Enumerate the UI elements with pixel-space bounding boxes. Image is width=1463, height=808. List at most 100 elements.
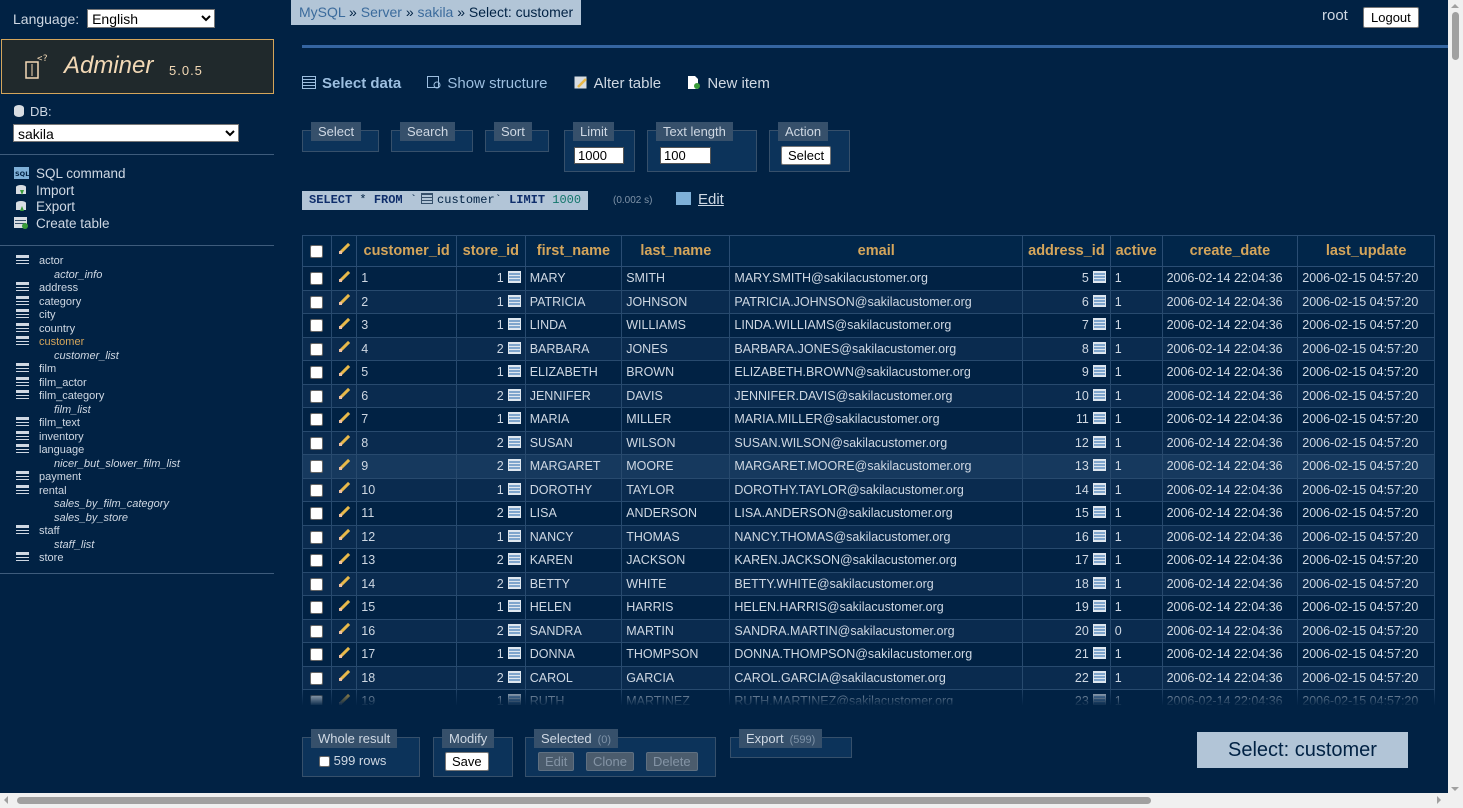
whole-result-option[interactable]: 599 rows [319, 753, 386, 768]
save-button[interactable]: Save [445, 752, 489, 771]
select-fieldset[interactable]: Select [302, 122, 379, 152]
sidebar-table-link[interactable]: film_category [39, 390, 104, 402]
cell-create-date[interactable]: 2006-02-14 22:04:36 [1161, 266, 1299, 291]
cell-address-id[interactable]: 12 [1022, 430, 1111, 455]
column-header-address-id[interactable]: address_id [1022, 235, 1111, 267]
table-row[interactable]: 17 1 DONNA THOMPSON DONNA.THOMPSON@sakilacus… [302, 642, 1435, 667]
horizontal-scrollbar[interactable] [0, 793, 1448, 808]
cell-customer-id[interactable]: 5 [356, 360, 457, 385]
select-data-link[interactable]: Select data [302, 75, 405, 92]
scroll-up-arrow-icon[interactable] [1451, 0, 1459, 8]
foreign-key-table-icon[interactable] [507, 529, 521, 542]
cell-last-update[interactable]: 2006-02-15 04:57:20 [1297, 266, 1435, 291]
cell-active[interactable]: 1 [1109, 595, 1163, 620]
foreign-key-table-icon[interactable] [1092, 623, 1106, 636]
cell-email[interactable]: MARY.SMITH@sakilacustomer.org [729, 266, 1024, 291]
table-row[interactable]: 15 1 HELEN HARRIS HELEN.HARRIS@sakilacustome… [302, 595, 1435, 620]
cell-first-name[interactable]: BARBARA [524, 336, 623, 361]
cell-email[interactable]: LISA.ANDERSON@sakilacustomer.org [729, 501, 1024, 526]
sort-legend[interactable]: Sort [494, 122, 532, 141]
cell-address-id[interactable]: 11 [1022, 407, 1111, 432]
cell-last-update[interactable]: 2006-02-15 04:57:20 [1297, 571, 1435, 596]
cell-create-date[interactable]: 2006-02-14 22:04:36 [1161, 548, 1299, 573]
cell-active[interactable]: 1 [1109, 642, 1163, 667]
cell-customer-id[interactable]: 4 [356, 336, 457, 361]
cell-address-id[interactable]: 5 [1022, 266, 1111, 291]
cell-last-update[interactable]: 2006-02-15 04:57:20 [1297, 595, 1435, 620]
row-checkbox[interactable] [310, 389, 324, 403]
cell-customer-id[interactable]: 6 [356, 383, 457, 408]
cell-create-date[interactable]: 2006-02-14 22:04:36 [1161, 407, 1299, 432]
foreign-key-table-icon[interactable] [507, 553, 521, 566]
row-checkbox[interactable] [310, 272, 324, 286]
foreign-key-table-icon[interactable] [507, 318, 521, 331]
delete-selected-button[interactable]: Delete [646, 752, 698, 771]
cell-customer-id[interactable]: 3 [356, 313, 457, 338]
column-header-active[interactable]: active [1109, 235, 1163, 267]
cell-last-update[interactable]: 2006-02-15 04:57:20 [1297, 454, 1435, 479]
row-checkbox[interactable] [310, 366, 324, 380]
cell-store-id[interactable]: 1 [455, 595, 526, 620]
import-link[interactable]: Import [14, 183, 126, 200]
cell-create-date[interactable]: 2006-02-14 22:04:36 [1161, 595, 1299, 620]
cell-store-id[interactable]: 2 [455, 430, 526, 455]
cell-address-id[interactable]: 18 [1022, 571, 1111, 596]
cell-active[interactable]: 1 [1109, 665, 1163, 690]
cell-customer-id[interactable]: 12 [356, 524, 457, 549]
cell-active[interactable]: 1 [1109, 430, 1163, 455]
sidebar-table-link[interactable]: language [39, 444, 84, 456]
cell-last-update[interactable]: 2006-02-15 04:57:20 [1297, 313, 1435, 338]
sidebar-view-item[interactable]: customer_list [16, 350, 180, 364]
sidebar-table-link[interactable]: sales_by_film_category [54, 498, 169, 510]
foreign-key-table-icon[interactable] [1092, 271, 1106, 284]
cell-first-name[interactable]: HELEN [524, 595, 623, 620]
foreign-key-table-icon[interactable] [1092, 318, 1106, 331]
cell-last-name[interactable]: MOORE [621, 454, 731, 479]
alter-table-link[interactable]: Alter table [574, 75, 666, 92]
cell-email[interactable]: KAREN.JACKSON@sakilacustomer.org [729, 548, 1024, 573]
table-icon[interactable] [16, 295, 29, 305]
logout-button[interactable]: Logout [1363, 7, 1419, 28]
cell-email[interactable]: JENNIFER.DAVIS@sakilacustomer.org [729, 383, 1024, 408]
cell-address-id[interactable]: 17 [1022, 548, 1111, 573]
table-row[interactable]: 4 2 BARBARA JONES BARBARA.JONES@sakilacustom… [302, 336, 1435, 361]
row-checkbox[interactable] [310, 342, 324, 356]
sidebar-view-item[interactable]: staff_list [16, 539, 180, 553]
foreign-key-table-icon[interactable] [507, 459, 521, 472]
cell-create-date[interactable]: 2006-02-14 22:04:36 [1161, 571, 1299, 596]
cell-active[interactable]: 1 [1109, 548, 1163, 573]
cell-customer-id[interactable]: 15 [356, 595, 457, 620]
vertical-scroll-thumb[interactable] [1452, 12, 1459, 60]
export-legend[interactable]: Export (599) [739, 729, 823, 748]
cell-address-id[interactable]: 14 [1022, 477, 1111, 502]
sidebar-table-item[interactable]: film_actor [16, 376, 180, 391]
table-icon[interactable] [16, 376, 29, 386]
foreign-key-table-icon[interactable] [1092, 482, 1106, 495]
cell-first-name[interactable]: SUSAN [524, 430, 623, 455]
column-header-last-name[interactable]: last_name [621, 235, 731, 267]
cell-active[interactable]: 1 [1109, 407, 1163, 432]
foreign-key-table-icon[interactable] [507, 341, 521, 354]
cell-last-name[interactable]: ANDERSON [621, 501, 731, 526]
table-row[interactable]: 10 1 DOROTHY TAYLOR DOROTHY.TAYLOR@sakilacus… [302, 477, 1435, 502]
cell-last-update[interactable]: 2006-02-15 04:57:20 [1297, 289, 1435, 314]
cell-create-date[interactable]: 2006-02-14 22:04:36 [1161, 289, 1299, 314]
cell-last-update[interactable]: 2006-02-15 04:57:20 [1297, 430, 1435, 455]
cell-customer-id[interactable]: 2 [356, 289, 457, 314]
sidebar-table-link[interactable]: film_text [39, 417, 80, 429]
cell-create-date[interactable]: 2006-02-14 22:04:36 [1161, 524, 1299, 549]
cell-store-id[interactable]: 2 [455, 383, 526, 408]
sidebar-table-link[interactable]: address [39, 282, 78, 294]
cell-email[interactable]: MARIA.MILLER@sakilacustomer.org [729, 407, 1024, 432]
sidebar-table-item[interactable]: film_text [16, 417, 180, 431]
cell-store-id[interactable]: 2 [455, 501, 526, 526]
cell-first-name[interactable]: LISA [524, 501, 623, 526]
create-table-link[interactable]: Create table [14, 216, 126, 233]
sidebar-table-link[interactable]: country [39, 323, 75, 335]
cell-create-date[interactable]: 2006-02-14 22:04:36 [1161, 665, 1299, 690]
cell-address-id[interactable]: 13 [1022, 454, 1111, 479]
table-row[interactable]: 2 1 PATRICIA JOHNSON PATRICIA.JOHNSON@sakila… [302, 289, 1435, 314]
limit-input[interactable] [574, 147, 624, 164]
sidebar-table-item[interactable]: category [16, 295, 180, 310]
cell-active[interactable]: 1 [1109, 477, 1163, 502]
